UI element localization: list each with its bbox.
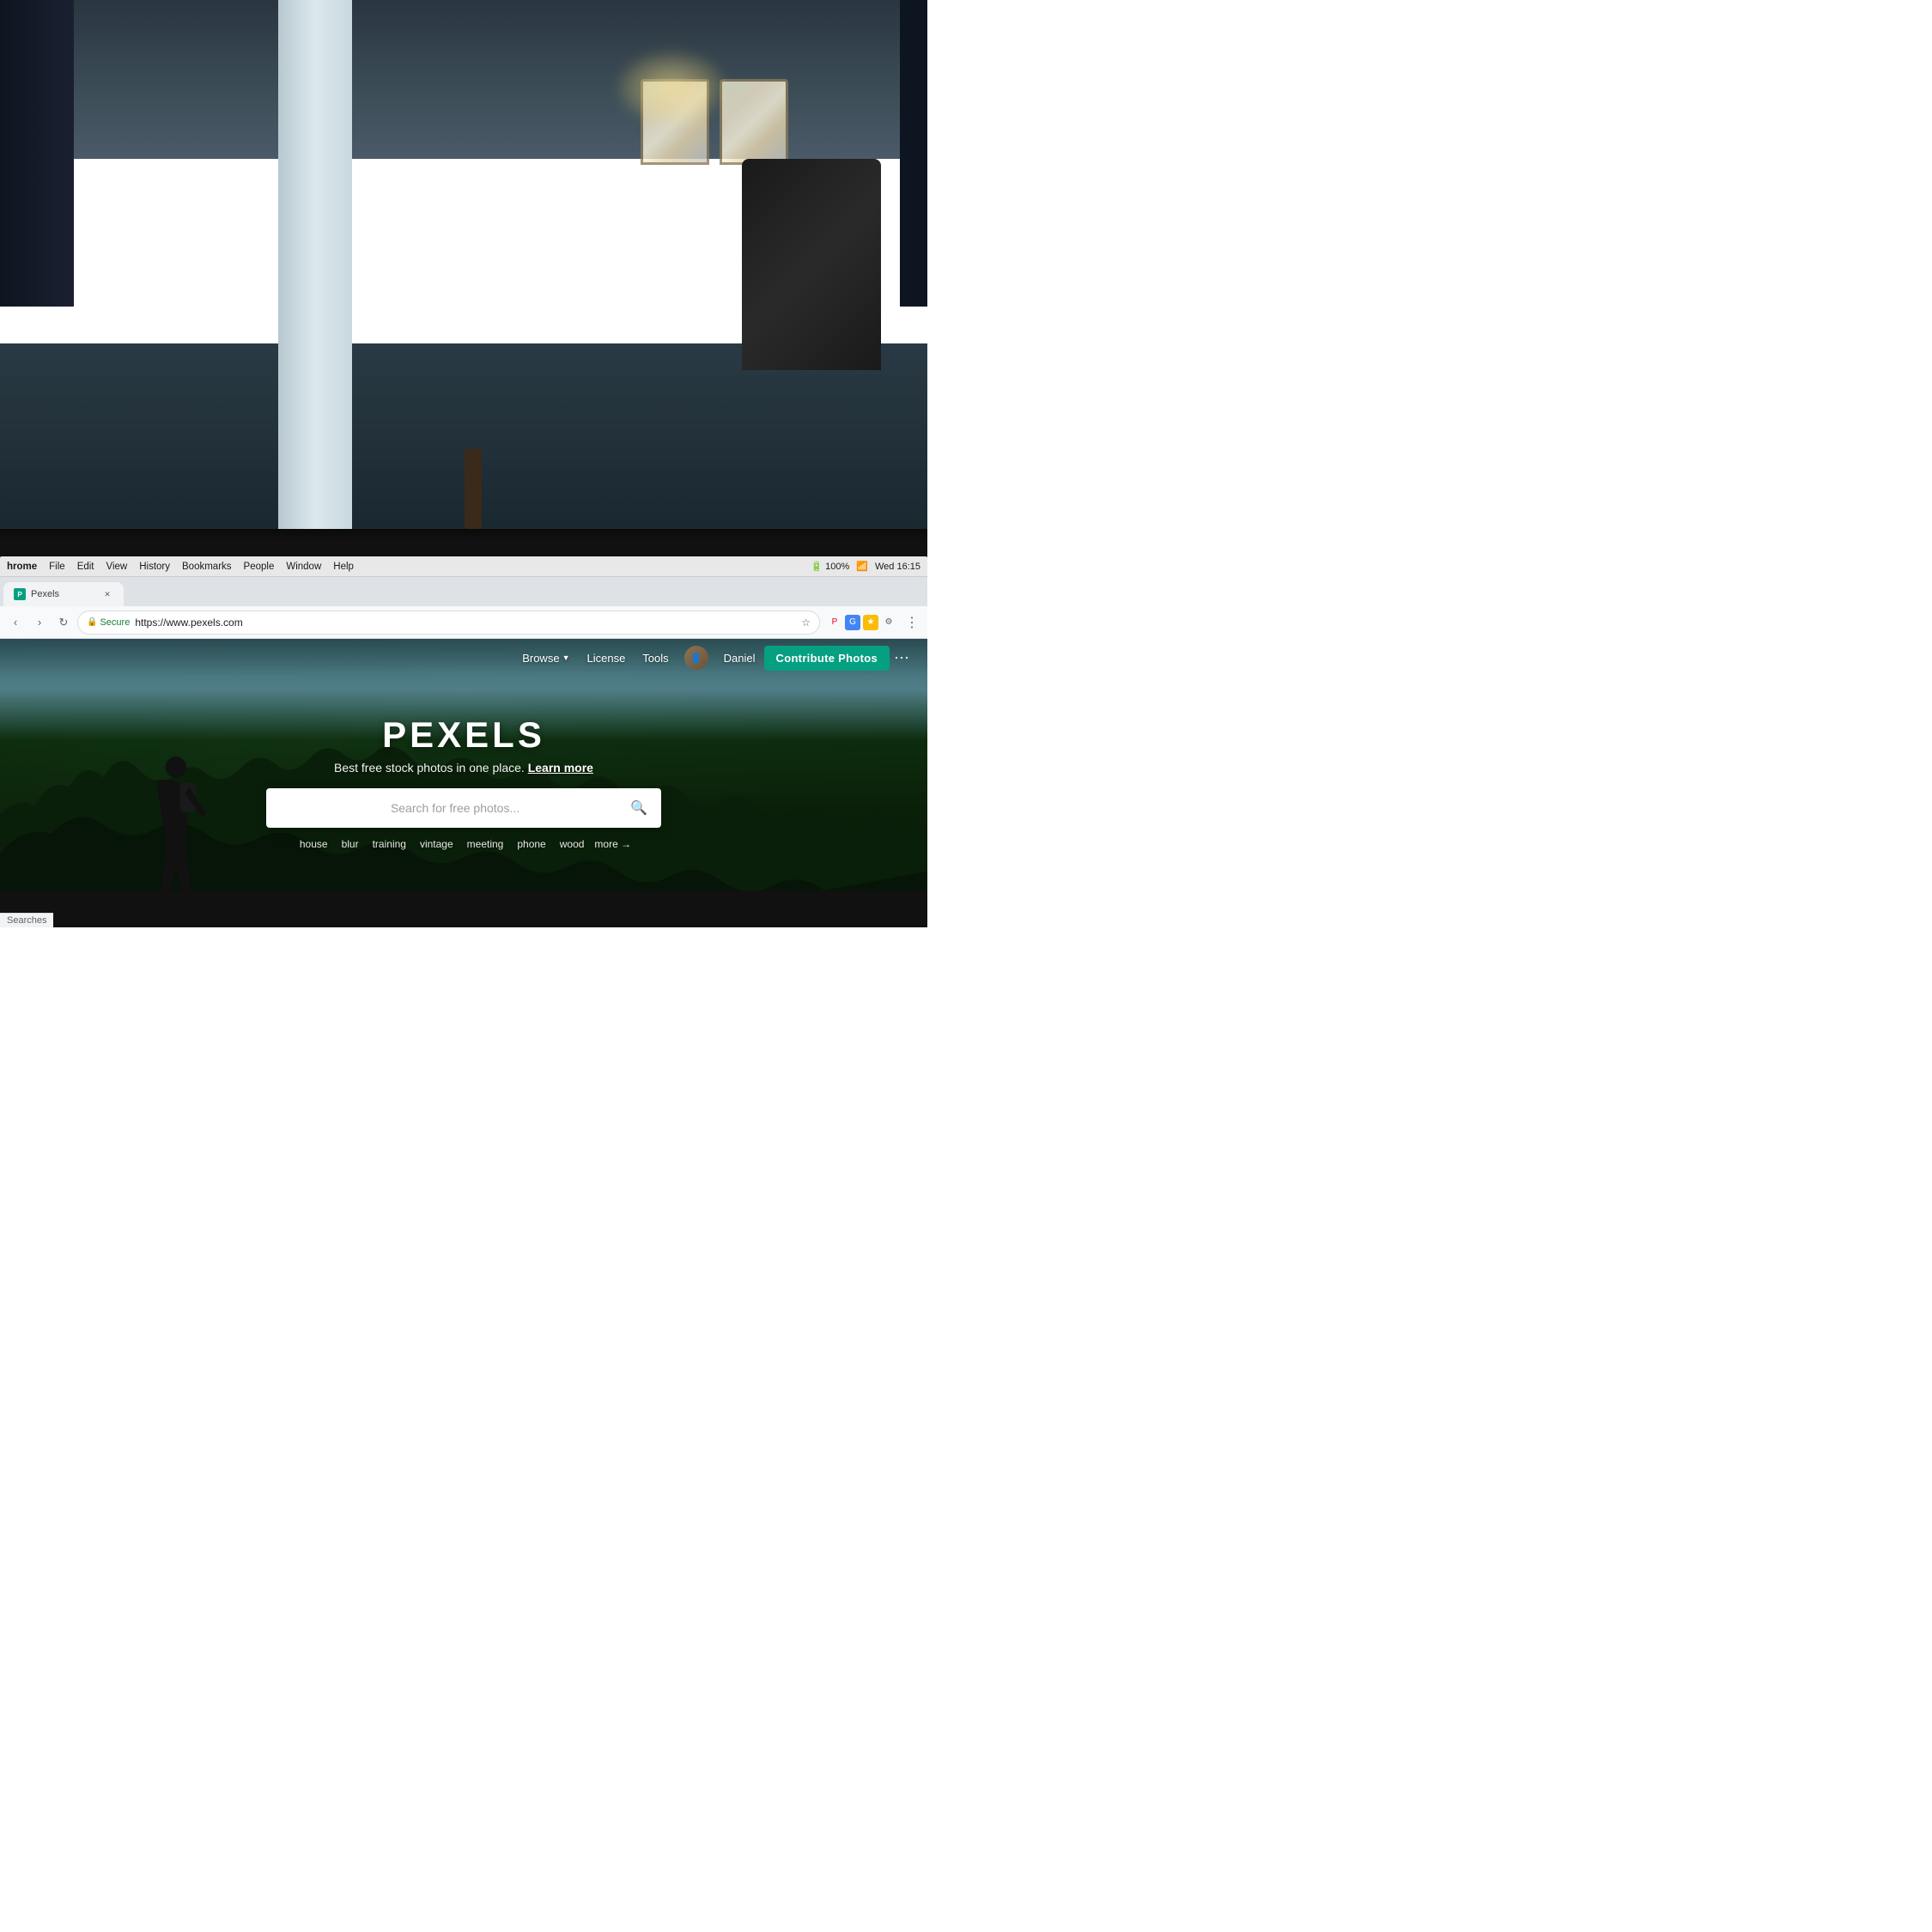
menu-view[interactable]: View [106, 562, 128, 572]
forward-icon: › [38, 616, 41, 629]
pexels-logo: PEXELS [93, 714, 835, 756]
office-ceiling [0, 0, 927, 159]
ext-icon-1[interactable]: G [845, 615, 860, 630]
suggestion-phone[interactable]: phone [513, 836, 549, 852]
menu-wifi: 📶 [856, 561, 868, 572]
nav-more-button[interactable]: ⋯ [890, 646, 914, 670]
active-tab[interactable]: P Pexels ✕ [3, 582, 124, 606]
menu-help[interactable]: Help [333, 562, 354, 572]
suggestion-meeting[interactable]: meeting [464, 836, 507, 852]
tab-title: Pexels [31, 589, 96, 599]
search-icon[interactable]: 🔍 [630, 799, 647, 817]
plant-pot [465, 449, 482, 528]
suggestion-blur[interactable]: blur [338, 836, 362, 852]
refresh-button[interactable]: ↻ [53, 612, 74, 633]
ext-icon-3[interactable]: ⚙ [881, 615, 896, 630]
search-placeholder: Search for free photos... [280, 801, 630, 815]
tagline-text: Best free stock photos in one place. [334, 761, 525, 775]
tab-close-button[interactable]: ✕ [101, 588, 113, 600]
learn-more-link[interactable]: Learn more [528, 761, 593, 775]
menu-edit[interactable]: Edit [77, 562, 94, 572]
monitor-bottom-strip [0, 890, 927, 927]
chrome-menu-button[interactable]: ⋮ [902, 612, 922, 633]
nav-tools[interactable]: Tools [642, 652, 668, 665]
suggestion-house[interactable]: house [296, 836, 331, 852]
more-label: more → [594, 838, 631, 850]
refresh-icon: ↻ [59, 616, 69, 629]
nav-username[interactable]: Daniel [724, 652, 756, 665]
contribute-photos-button[interactable]: Contribute Photos [764, 646, 890, 671]
menu-file[interactable]: File [49, 562, 65, 572]
back-icon: ‹ [14, 616, 17, 629]
browser-window: hrome File Edit View History Bookmarks P… [0, 556, 927, 927]
avatar-icon: 👤 [690, 653, 702, 664]
suggestion-more[interactable]: more → [594, 836, 631, 852]
menu-battery: 🔋 100% [811, 561, 849, 572]
nav-browse[interactable]: Browse ▼ [522, 652, 569, 665]
address-bar[interactable]: 🔒 Secure https://www.pexels.com ☆ [77, 611, 820, 635]
pexels-tagline: Best free stock photos in one place. Lea… [93, 761, 835, 775]
window-panel-2 [720, 79, 788, 165]
office-plants [417, 211, 529, 528]
bookmark-icon[interactable]: ☆ [801, 617, 811, 629]
office-dark-right [900, 0, 927, 307]
pexels-website: Browse ▼ License Tools 👤 Daniel Contribu… [0, 639, 927, 927]
user-avatar[interactable]: 👤 [684, 646, 708, 670]
chrome-tabs-bar: P Pexels ✕ [0, 577, 927, 606]
nav-license[interactable]: License [586, 652, 625, 665]
url-display[interactable]: https://www.pexels.com [135, 617, 796, 629]
pexels-search-bar[interactable]: Search for free photos... 🔍 [266, 788, 661, 828]
browse-dropdown-icon: ▼ [562, 653, 570, 662]
office-pillar [278, 0, 352, 529]
pexels-navbar: Browse ▼ License Tools 👤 Daniel Contribu… [0, 639, 927, 677]
toolbar-right: P G ★ ⚙ ⋮ [823, 612, 922, 633]
more-icon: ⋯ [894, 649, 909, 667]
window-glow [620, 53, 723, 122]
menu-app-name[interactable]: hrome [7, 562, 37, 572]
search-suggestions: house blur training vintage meeting phon… [93, 836, 835, 852]
macos-menubar: hrome File Edit View History Bookmarks P… [0, 556, 927, 577]
tab-favicon: P [14, 588, 26, 600]
menu-items: hrome File Edit View History Bookmarks P… [7, 562, 354, 572]
menu-time: Wed 16:15 [875, 562, 920, 572]
extension-icons: P G ★ ⚙ [823, 615, 900, 630]
lock-icon: 🔒 [87, 617, 97, 627]
address-right-icons: ☆ [801, 617, 811, 629]
menu-right: 🔋 100% 📶 Wed 16:15 [811, 561, 920, 572]
office-background [0, 0, 927, 529]
pinterest-icon[interactable]: P [827, 615, 842, 630]
office-chair [742, 159, 881, 370]
chrome-toolbar: ‹ › ↻ 🔒 Secure https://www.pexels.com ☆ … [0, 606, 927, 639]
back-button[interactable]: ‹ [5, 612, 26, 633]
office-dark-left [0, 0, 74, 307]
forward-button[interactable]: › [29, 612, 50, 633]
suggestion-vintage[interactable]: vintage [416, 836, 457, 852]
menu-people[interactable]: People [244, 562, 275, 572]
menu-bookmarks[interactable]: Bookmarks [182, 562, 232, 572]
secure-badge: 🔒 Secure [87, 617, 130, 628]
menu-window[interactable]: Window [286, 562, 321, 572]
nav-browse-label: Browse [522, 652, 559, 665]
pexels-hero-content: PEXELS Best free stock photos in one pla… [93, 714, 835, 852]
menu-history[interactable]: History [139, 562, 170, 572]
secure-label: Secure [100, 617, 130, 628]
ext-icon-2[interactable]: ★ [863, 615, 878, 630]
chrome-statusbar: Searches [0, 913, 53, 927]
statusbar-text: Searches [7, 915, 46, 926]
suggestion-wood[interactable]: wood [556, 836, 588, 852]
suggestion-training[interactable]: training [369, 836, 410, 852]
